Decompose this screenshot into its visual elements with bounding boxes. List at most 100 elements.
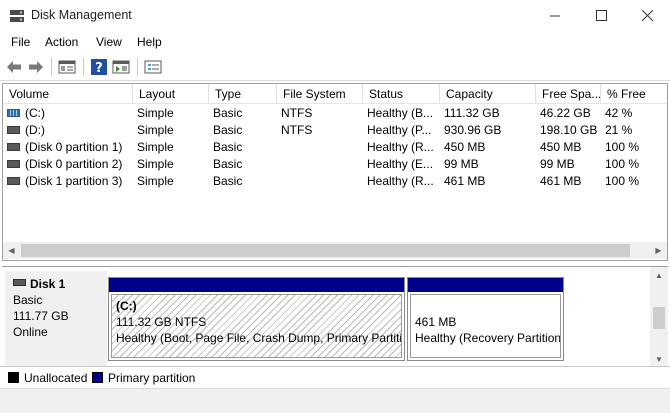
menu-bar: File Action View Help xyxy=(0,31,670,53)
cell-fs xyxy=(277,173,363,190)
column-header-type[interactable]: Type xyxy=(209,84,277,104)
cell-free: 461 MB xyxy=(540,174,582,188)
cell-capacity: 99 MB xyxy=(444,157,479,171)
volume-icon xyxy=(7,125,20,134)
window-title: Disk Management xyxy=(31,8,132,22)
horizontal-scrollbar[interactable]: ◀ ▶ xyxy=(3,242,667,259)
cell-status: Healthy (E... xyxy=(367,157,434,171)
volume-name: (C:) xyxy=(25,106,45,120)
legend: Unallocated Primary partition xyxy=(0,366,670,388)
cell-layout: Simple xyxy=(137,174,174,188)
disk-state: Online xyxy=(13,325,48,339)
legend-item-unallocated: Unallocated xyxy=(8,371,87,385)
minimize-button[interactable] xyxy=(532,0,578,31)
primary-partition-swatch xyxy=(92,372,103,384)
cell-status: Healthy (R... xyxy=(367,140,434,154)
partition-recovery[interactable]: 461 MB Healthy (Recovery Partition xyxy=(407,277,564,361)
toolbar-separator xyxy=(51,58,52,76)
scroll-down-arrow-icon[interactable]: ▼ xyxy=(650,351,668,367)
menu-help[interactable]: Help xyxy=(137,35,162,49)
partition-recovery-size: 461 MB xyxy=(415,315,457,329)
column-header-capacity[interactable]: Capacity xyxy=(440,84,536,104)
volume-icon xyxy=(7,159,20,168)
table-row[interactable]: (Disk 1 partition 3) Simple Basic Healthy (… xyxy=(3,173,667,190)
back-arrow-icon[interactable] xyxy=(5,58,23,76)
cell-free: 99 MB xyxy=(540,157,575,171)
show-hide-action-pane-icon[interactable] xyxy=(112,58,130,76)
disk-name: Disk 1 xyxy=(30,277,66,291)
volume-name: (D:) xyxy=(25,123,45,137)
legend-item-primary-partition: Primary partition xyxy=(92,371,195,385)
disk-map-pane: Disk 1 Basic 111.77 GB Online (C:) 111.3… xyxy=(2,266,668,367)
volume-name: (Disk 1 partition 3) xyxy=(25,174,123,188)
cell-volume: (Disk 1 partition 3) xyxy=(3,173,133,190)
cell-layout: Simple xyxy=(137,140,174,154)
scrollbar-thumb[interactable] xyxy=(21,244,630,257)
cell-status: Healthy (P... xyxy=(367,123,432,137)
console-tree-icon[interactable] xyxy=(58,58,76,76)
volume-list-pane: Volume Layout Type File System Status Ca… xyxy=(2,83,668,261)
vertical-scrollbar[interactable]: ▲ ▼ xyxy=(650,267,668,367)
cell-pct: 42 % xyxy=(605,106,633,120)
menu-action[interactable]: Action xyxy=(45,35,78,49)
cell-layout: Simple xyxy=(137,123,174,137)
column-header-volume[interactable]: Volume xyxy=(3,84,133,104)
partition-c-size: 111.32 GB NTFS xyxy=(116,315,207,329)
volume-name: (Disk 0 partition 2) xyxy=(25,157,123,171)
toolbar: ? xyxy=(0,53,670,81)
disk-size: 111.77 GB xyxy=(13,309,69,323)
maximize-button[interactable] xyxy=(578,0,624,31)
close-button[interactable] xyxy=(624,0,670,31)
cell-capacity: 930.96 GB xyxy=(444,123,502,137)
cell-capacity: 450 MB xyxy=(444,140,486,154)
disk-management-app-icon xyxy=(10,10,24,22)
column-header-free-space[interactable]: Free Spa... xyxy=(536,84,601,104)
menu-view[interactable]: View xyxy=(96,35,122,49)
scroll-left-arrow-icon[interactable]: ◀ xyxy=(3,242,20,259)
cell-type: Basic xyxy=(213,106,243,120)
cell-status: Healthy (B... xyxy=(367,106,434,120)
column-header-layout[interactable]: Layout xyxy=(133,84,209,104)
partition-c-status: Healthy (Boot, Page File, Crash Dump, Pr… xyxy=(116,331,402,345)
partition-c-name: (C:) xyxy=(116,299,137,313)
svg-text:?: ? xyxy=(95,61,103,76)
toolbar-separator xyxy=(137,58,138,76)
column-header-status[interactable]: Status xyxy=(363,84,440,104)
partition-c-body: (C:) 111.32 GB NTFS Healthy (Boot, Page … xyxy=(111,294,402,358)
legend-label: Primary partition xyxy=(108,371,196,385)
volume-icon xyxy=(7,142,20,151)
menu-file[interactable]: File xyxy=(11,35,30,49)
cell-free: 450 MB xyxy=(540,140,582,154)
properties-icon[interactable] xyxy=(144,58,162,76)
table-row[interactable]: (Disk 0 partition 2) Simple Basic Healthy (… xyxy=(3,156,667,173)
forward-arrow-icon[interactable] xyxy=(27,58,45,76)
table-row[interactable]: (Disk 0 partition 1) Simple Basic Healthy (… xyxy=(3,139,667,156)
cell-free: 198.10 GB xyxy=(540,123,598,137)
disk-label[interactable]: Disk 1 Basic 111.77 GB Online xyxy=(5,271,107,367)
table-row[interactable]: (D:) Simple Basic NTFS Healthy (P... 930.96 G… xyxy=(3,122,667,139)
cell-fs: NTFS xyxy=(281,123,313,137)
cell-layout: Simple xyxy=(137,106,174,120)
cell-type: Basic xyxy=(213,157,243,171)
column-header-percent-free[interactable]: % Free xyxy=(601,84,667,104)
cell-free: 46.22 GB xyxy=(540,106,591,120)
scroll-up-arrow-icon[interactable]: ▲ xyxy=(650,267,668,283)
cell-volume: (Disk 0 partition 1) xyxy=(3,139,133,156)
scroll-right-arrow-icon[interactable]: ▶ xyxy=(650,242,667,259)
cell-pct: 100 % xyxy=(605,174,640,188)
column-header-file-system[interactable]: File System xyxy=(277,84,363,104)
table-row[interactable]: (C:) Simple Basic NTFS Healthy (B... 111.32 G… xyxy=(3,105,667,122)
cell-pct: 100 % xyxy=(605,157,640,171)
volume-icon xyxy=(7,108,20,117)
cell-fs xyxy=(277,156,363,173)
volume-icon xyxy=(7,176,20,185)
cell-status: Healthy (R... xyxy=(367,174,434,188)
partition-c[interactable]: (C:) 111.32 GB NTFS Healthy (Boot, Page … xyxy=(108,277,405,361)
minimize-icon xyxy=(549,15,560,17)
help-icon[interactable]: ? xyxy=(90,58,108,76)
cell-type: Basic xyxy=(213,123,243,137)
scrollbar-thumb[interactable] xyxy=(653,307,665,329)
primary-partition-bar xyxy=(109,278,404,292)
status-bar xyxy=(0,388,670,413)
toolbar-separator xyxy=(83,58,84,76)
